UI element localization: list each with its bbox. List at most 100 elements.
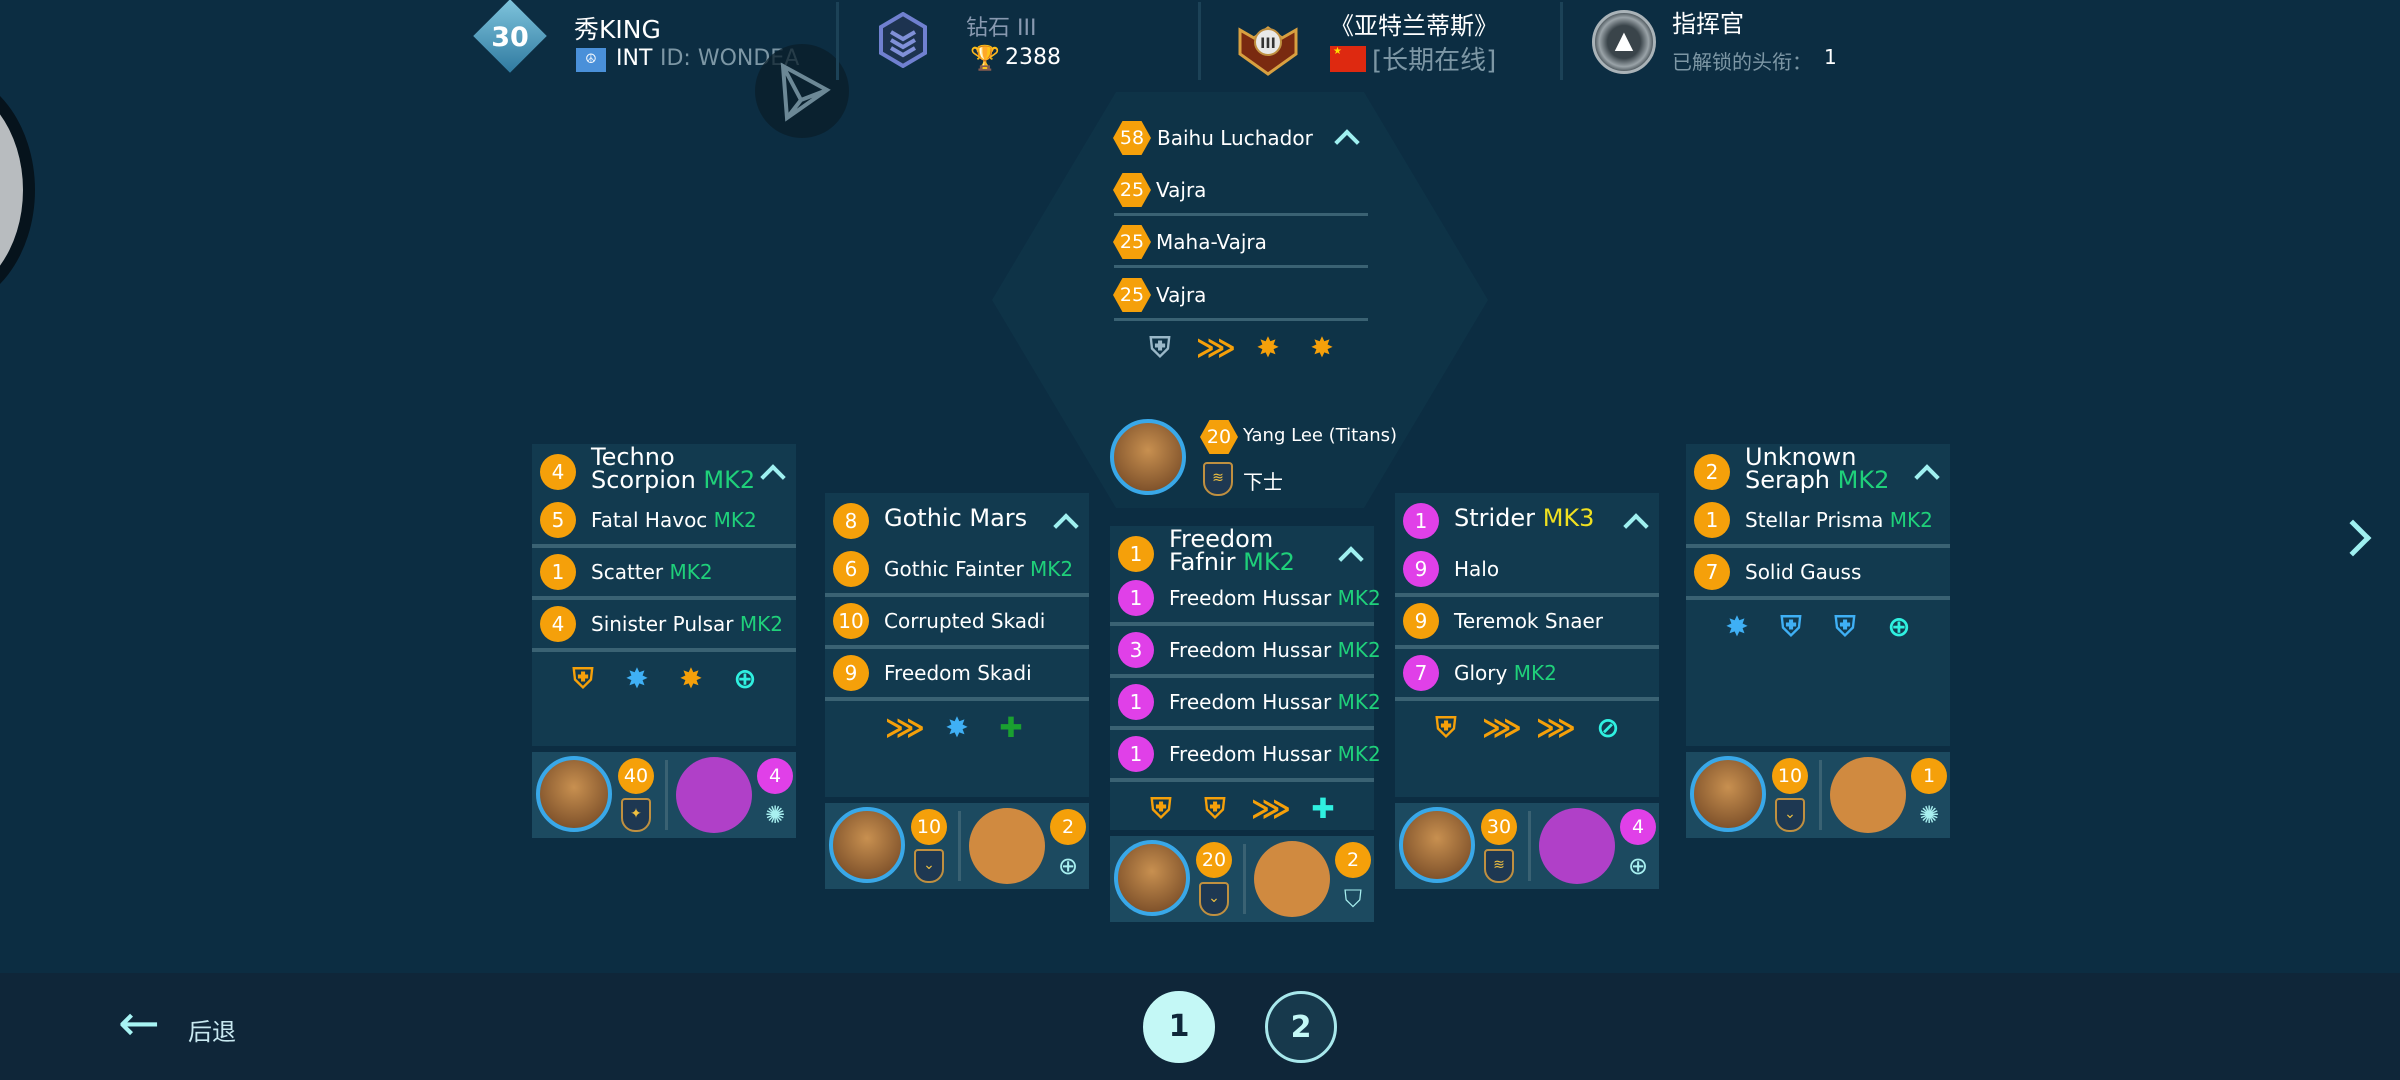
- pilot-avatar[interactable]: [829, 807, 905, 883]
- robot-name: Unknown Seraph MK2: [1745, 443, 1890, 494]
- weapon-row[interactable]: 4 Sinister Pulsar MK2: [532, 600, 796, 652]
- send-icon: [780, 62, 831, 122]
- pilot-avatar[interactable]: [536, 756, 612, 832]
- burst-icon: ✺: [764, 801, 786, 829]
- svg-text:III: III: [1260, 36, 1276, 52]
- weapon-name: Freedom Hussar MK2: [1169, 742, 1381, 766]
- drone-avatar[interactable]: [1539, 808, 1615, 884]
- weapon-name: Fatal Havoc MK2: [591, 508, 757, 532]
- side-menu-handle[interactable]: [0, 70, 35, 310]
- weapon-name: Freedom Skadi: [884, 661, 1032, 685]
- pilot-avatar[interactable]: [1399, 807, 1475, 883]
- weapon-row[interactable]: 1 Freedom Hussar MK2: [1110, 678, 1381, 730]
- collapse-chevron-icon[interactable]: [1053, 513, 1079, 539]
- robot-panel[interactable]: 8 Gothic Mars 6 Gothic Fainter MK2 10 Corrupt…: [825, 493, 1089, 797]
- weapon-level: 9: [1403, 603, 1439, 639]
- divider: [958, 811, 961, 881]
- weapon-row[interactable]: 6 Gothic Fainter MK2: [825, 545, 1089, 597]
- drone-level: 4: [757, 758, 793, 794]
- titan-weapon-name: Maha-Vajra: [1156, 230, 1267, 254]
- back-arrow-icon: ←: [118, 994, 160, 1052]
- titan-weapon-name: Vajra: [1156, 178, 1207, 202]
- weapon-level: 9: [1403, 551, 1439, 587]
- weapon-row[interactable]: 9 Freedom Skadi: [825, 649, 1089, 701]
- commander-arrow-icon: ▲: [1614, 26, 1634, 54]
- robot-panel[interactable]: 1 Strider MK3 9 Halo 9 Teremok Snaer 7 Glory MK…: [1395, 493, 1659, 797]
- weapon-row[interactable]: 10 Corrupted Skadi: [825, 597, 1089, 649]
- weapon-level: 7: [1403, 655, 1439, 691]
- weapon-name: Corrupted Skadi: [884, 609, 1046, 633]
- title-name: 指挥官: [1672, 10, 1744, 38]
- explosion-boost-icon: ✸: [1310, 331, 1334, 364]
- target-missile-icon: ⊕: [1627, 852, 1649, 880]
- league-name[interactable]: 《亚特兰蒂斯》: [1330, 6, 1498, 41]
- weapon-name: Scatter MK2: [591, 560, 713, 584]
- weapon-level: 1: [1118, 736, 1154, 772]
- weapon-level: 1: [1118, 684, 1154, 720]
- collapse-chevron-icon[interactable]: [1338, 546, 1364, 572]
- pilot-level: 20: [1196, 842, 1232, 878]
- drone-avatar[interactable]: [1830, 757, 1906, 833]
- module-row: ✸ ⛨ ⛨ ⊕: [1686, 602, 1950, 652]
- row-divider: [1114, 318, 1368, 321]
- titan-pilot-avatar[interactable]: [1110, 419, 1186, 495]
- robot-panel[interactable]: 4 Techno Scorpion MK2 5 Fatal Havoc MK2 1 Scat…: [532, 444, 796, 746]
- collapse-chevron-icon[interactable]: [760, 464, 786, 490]
- repair-boost-icon: ⛨: [1150, 792, 1172, 825]
- weapon-row[interactable]: 7 Solid Gauss: [1686, 548, 1950, 600]
- weapon-row[interactable]: 1 Freedom Hussar MK2: [1110, 574, 1381, 626]
- weapon-level: 1: [1118, 580, 1154, 616]
- weapon-row[interactable]: 5 Fatal Havoc MK2: [532, 496, 796, 548]
- pilot-avatar[interactable]: [1690, 756, 1766, 832]
- row-divider: [1114, 265, 1368, 268]
- weapon-name: Gothic Fainter MK2: [884, 557, 1074, 581]
- weapon-row[interactable]: 9 Halo: [1395, 545, 1659, 597]
- weapon-level: 7: [1694, 554, 1730, 590]
- robot-name: Freedom Fafnir MK2: [1169, 525, 1295, 576]
- divider: [1819, 760, 1822, 830]
- drone-avatar[interactable]: [969, 808, 1045, 884]
- module-row: ⋙ ✸ ✚: [825, 703, 1089, 753]
- weapon-row[interactable]: 7 Glory MK2: [1395, 649, 1659, 701]
- send-message-button[interactable]: [755, 44, 849, 138]
- page-button-1[interactable]: 1: [1143, 991, 1215, 1063]
- collapse-chevron-icon[interactable]: [1623, 513, 1649, 539]
- page-button-2[interactable]: 2: [1265, 991, 1337, 1063]
- weapon-row[interactable]: 3 Freedom Hussar MK2: [1110, 626, 1381, 678]
- weapon-name: Freedom Hussar MK2: [1169, 586, 1381, 610]
- next-page-chevron-icon[interactable]: [2334, 519, 2372, 557]
- pilot-drone-panel: 10 ⌄ 2 ⊕: [825, 803, 1089, 889]
- collapse-chevron-icon[interactable]: [1914, 464, 1940, 490]
- titan-background: [992, 92, 1488, 508]
- pilot-rank-icon: ✦: [621, 798, 651, 832]
- weapon-row[interactable]: 1 Freedom Hussar MK2: [1110, 730, 1381, 782]
- unlocked-titles-count: 1: [1824, 45, 1837, 69]
- robot-panel[interactable]: 1 Freedom Fafnir MK2 1 Freedom Hussar MK2 3 Fr…: [1110, 525, 1381, 830]
- drone-avatar[interactable]: [1254, 841, 1330, 917]
- shield-up-icon: ⛨: [1780, 610, 1802, 643]
- row-divider: [1114, 213, 1368, 216]
- header-divider: [1560, 2, 1563, 80]
- weapon-level: 9: [833, 655, 869, 691]
- titan-weapon-name: Vajra: [1156, 283, 1207, 307]
- player-level: 30: [491, 22, 529, 53]
- header-divider: [1198, 2, 1201, 80]
- drone-avatar[interactable]: [676, 757, 752, 833]
- pilot-drone-panel: 40 ✦ 4 ✺: [532, 752, 796, 838]
- weapon-level: 1: [540, 554, 576, 590]
- pilot-level: 10: [1772, 758, 1808, 794]
- weapon-level: 5: [540, 502, 576, 538]
- armor-up-icon: ⛉: [1344, 885, 1362, 913]
- back-label: 后退: [188, 1018, 236, 1046]
- weapon-name: Solid Gauss: [1745, 560, 1862, 584]
- weapon-row[interactable]: 1 Scatter MK2: [532, 548, 796, 600]
- pilot-avatar[interactable]: [1114, 840, 1190, 916]
- titan-name: Baihu Luchador: [1157, 126, 1313, 150]
- blast-up-icon: ✸: [625, 662, 649, 695]
- trophy-count: 2388: [1005, 45, 1061, 70]
- weapon-row[interactable]: 9 Teremok Snaer: [1395, 597, 1659, 649]
- robot-panel[interactable]: 2 Unknown Seraph MK2 1 Stellar Prisma MK2 7 So…: [1686, 444, 1950, 746]
- weapon-row[interactable]: 1 Stellar Prisma MK2: [1686, 496, 1950, 548]
- pilot-drone-panel: 20 ⌄ 2 ⛉: [1110, 836, 1374, 922]
- stealth-burst-icon: ✺: [1918, 801, 1940, 829]
